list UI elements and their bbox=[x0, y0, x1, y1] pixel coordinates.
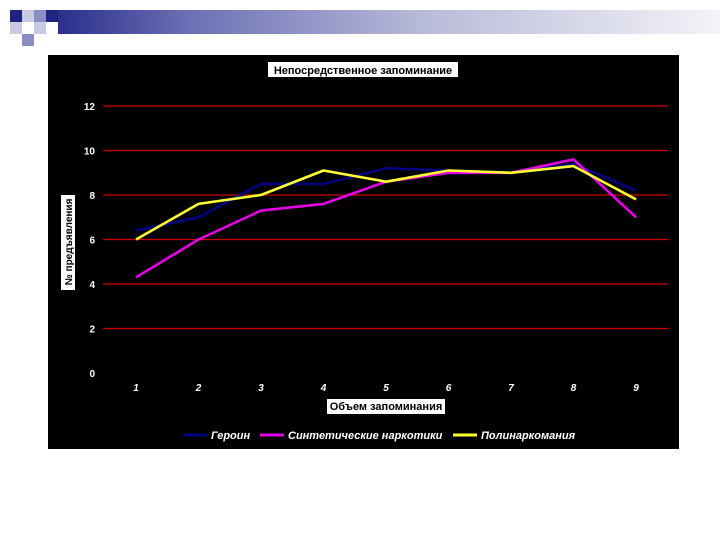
x-tick-label: 5 bbox=[383, 383, 389, 394]
decorative-square-mid bbox=[46, 10, 58, 22]
decorative-square-mid bbox=[34, 10, 46, 22]
x-tick-label: 8 bbox=[571, 383, 577, 394]
x-tick-label: 3 bbox=[258, 383, 264, 394]
chart-panel: 0 2 4 6 8 10 12 1 2 3 4 5 6 7 8 9 Непосредственное запом… bbox=[48, 55, 679, 449]
decorative-square-dark bbox=[22, 34, 34, 46]
legend-label-1: Героин bbox=[211, 430, 250, 442]
header-gradient-bar bbox=[58, 10, 720, 34]
series-line-2 bbox=[135, 158, 637, 279]
y-tick-label: 0 bbox=[89, 369, 95, 380]
x-tick-label: 6 bbox=[446, 383, 452, 394]
x-axis-label: Объем запоминания bbox=[330, 401, 443, 413]
x-tick-label: 1 bbox=[133, 383, 139, 394]
y-tick-label: 2 bbox=[89, 325, 95, 336]
series-line-1 bbox=[135, 162, 637, 232]
y-tick-label: 12 bbox=[84, 102, 96, 113]
decorative-square-light bbox=[10, 22, 22, 34]
series-line-3 bbox=[135, 164, 637, 241]
x-tick-label: 7 bbox=[508, 383, 514, 394]
chart-title: Непосредственное запоминание bbox=[274, 65, 452, 77]
decorative-square-dark bbox=[10, 10, 22, 22]
legend-label-2: Синтетические наркотики bbox=[288, 430, 443, 442]
line-chart: 0246810121 2 3 4 5 6 7 8 9Непосредственное запом… bbox=[61, 62, 668, 442]
y-tick-label: 4 bbox=[89, 280, 95, 291]
y-axis-label: № предъявления bbox=[64, 198, 75, 285]
y-tick-label: 8 bbox=[89, 191, 95, 202]
decorative-square-light bbox=[22, 10, 34, 22]
legend-label-3: Полинаркомания bbox=[481, 430, 576, 442]
x-tick-label: 4 bbox=[320, 383, 327, 394]
x-tick-label: 2 bbox=[195, 383, 202, 394]
y-tick-label: 10 bbox=[84, 147, 96, 158]
y-tick-label: 6 bbox=[89, 236, 95, 247]
x-tick-label: 9 bbox=[633, 383, 639, 394]
decorative-square-light bbox=[34, 22, 46, 34]
